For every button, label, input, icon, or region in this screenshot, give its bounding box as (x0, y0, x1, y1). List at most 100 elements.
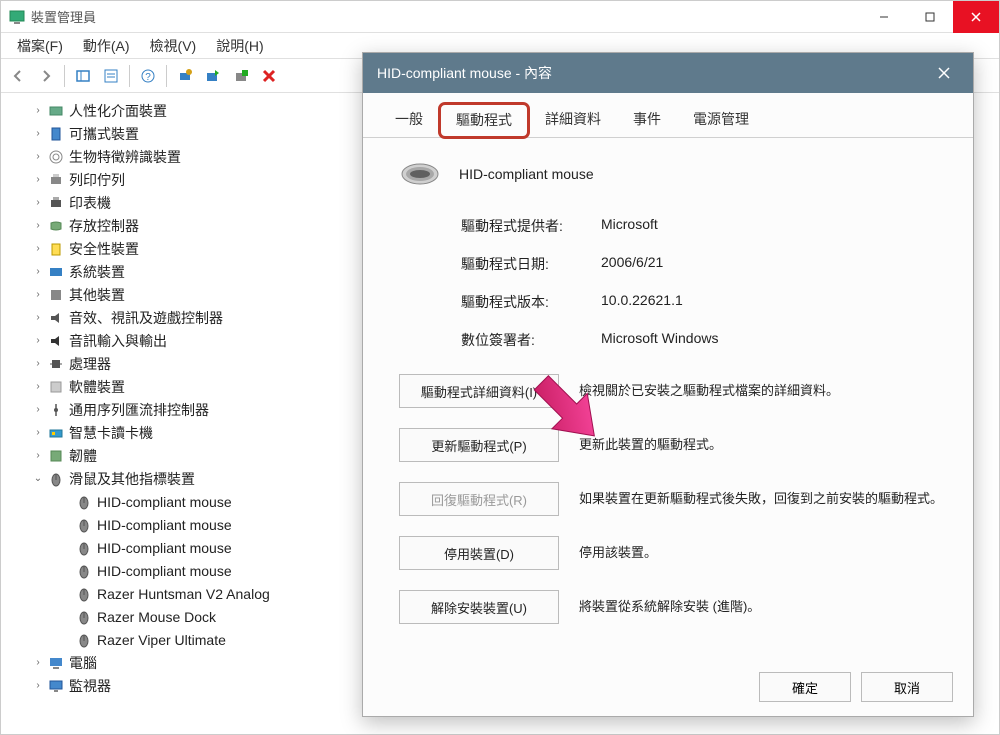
expander-icon[interactable]: › (31, 334, 45, 348)
dialog-close-button[interactable] (929, 58, 959, 88)
dialog-body: HID-compliant mouse 驅動程式提供者: Microsoft 驅… (363, 138, 973, 654)
tree-item-label: HID-compliant mouse (97, 517, 232, 533)
tree-item-label: 其他裝置 (69, 285, 125, 305)
other-icon (47, 286, 65, 304)
mouse-icon (47, 470, 65, 488)
expander-icon[interactable]: › (31, 150, 45, 164)
menu-view[interactable]: 檢視(V) (140, 33, 207, 59)
uninstall-button[interactable] (228, 63, 254, 89)
date-value: 2006/6/21 (601, 254, 953, 274)
expander-icon[interactable]: › (31, 403, 45, 417)
expander-spacer (59, 541, 73, 555)
tree-item-label: Razer Viper Ultimate (97, 632, 226, 648)
show-hide-button[interactable] (70, 63, 96, 89)
menu-file[interactable]: 檔案(F) (7, 33, 73, 59)
tab-power[interactable]: 電源管理 (677, 103, 765, 137)
storage-icon (47, 217, 65, 235)
tree-item-label: 軟體裝置 (69, 377, 125, 397)
tree-item-label: 音效、視訊及遊戲控制器 (69, 308, 223, 328)
expander-spacer (59, 564, 73, 578)
help-button[interactable]: ? (135, 63, 161, 89)
back-button[interactable] (5, 63, 31, 89)
remove-button[interactable] (256, 63, 282, 89)
rollback-driver-button[interactable]: 回復驅動程式(R) (399, 482, 559, 516)
expander-icon[interactable]: › (31, 380, 45, 394)
tree-item-label: 印表機 (69, 193, 111, 213)
expander-icon[interactable]: › (31, 357, 45, 371)
expander-icon[interactable]: › (31, 288, 45, 302)
tree-item-label: 列印佇列 (69, 170, 125, 190)
printq-icon (47, 171, 65, 189)
expander-icon[interactable]: › (31, 265, 45, 279)
cancel-button[interactable]: 取消 (861, 672, 953, 702)
close-button[interactable] (953, 1, 999, 33)
action-uninstall-row: 解除安裝裝置(U) 將裝置從系統解除安裝 (進階)。 (399, 590, 953, 624)
tab-details[interactable]: 詳細資料 (529, 103, 617, 137)
disable-device-button[interactable]: 停用裝置(D) (399, 536, 559, 570)
expander-spacer (59, 633, 73, 647)
maximize-button[interactable] (907, 1, 953, 33)
ok-button[interactable]: 確定 (759, 672, 851, 702)
tab-events[interactable]: 事件 (617, 103, 677, 137)
update-driver-desc: 更新此裝置的驅動程式。 (579, 435, 953, 455)
version-label: 驅動程式版本: (461, 292, 601, 312)
forward-button[interactable] (33, 63, 59, 89)
tab-general[interactable]: 一般 (379, 103, 439, 137)
app-icon (9, 9, 25, 25)
menu-action[interactable]: 動作(A) (73, 33, 140, 59)
biometric-icon (47, 148, 65, 166)
action-rollback-row: 回復驅動程式(R) 如果裝置在更新驅動程式後失敗，回復到之前安裝的驅動程式。 (399, 482, 953, 516)
expander-icon[interactable]: › (31, 196, 45, 210)
tree-item-label: 韌體 (69, 446, 97, 466)
properties-button[interactable] (98, 63, 124, 89)
tab-driver[interactable]: 驅動程式 (439, 103, 529, 138)
rollback-driver-desc: 如果裝置在更新驅動程式後失敗，回復到之前安裝的驅動程式。 (579, 489, 953, 509)
expander-icon[interactable]: › (31, 426, 45, 440)
expander-icon[interactable]: › (31, 104, 45, 118)
cpu-icon (47, 355, 65, 373)
mouse-icon (75, 585, 93, 603)
hid-icon (47, 102, 65, 120)
toolbar-separator (166, 65, 167, 87)
version-value: 10.0.22621.1 (601, 292, 953, 312)
expander-icon[interactable]: › (31, 242, 45, 256)
uninstall-device-desc: 將裝置從系統解除安裝 (進階)。 (579, 597, 953, 617)
tree-item-label: Razer Mouse Dock (97, 609, 216, 625)
mouse-icon (75, 631, 93, 649)
tree-item-label: Razer Huntsman V2 Analog (97, 586, 270, 602)
expander-icon[interactable]: › (31, 656, 45, 670)
tree-item-label: HID-compliant mouse (97, 540, 232, 556)
mouse-icon (75, 539, 93, 557)
uninstall-device-button[interactable]: 解除安裝裝置(U) (399, 590, 559, 624)
action-details-row: 驅動程式詳細資料(I) 檢視關於已安裝之驅動程式檔案的詳細資料。 (399, 374, 953, 408)
toolbar-separator (64, 65, 65, 87)
tree-item-label: 通用序列匯流排控制器 (69, 400, 209, 420)
portable-icon (47, 125, 65, 143)
firmware-icon (47, 447, 65, 465)
expander-icon[interactable]: ⌄ (31, 472, 45, 486)
provider-value: Microsoft (601, 216, 953, 236)
expander-icon[interactable]: › (31, 173, 45, 187)
dialog-titlebar: HID-compliant mouse - 內容 (363, 53, 973, 93)
printer-icon (47, 194, 65, 212)
computer-icon (47, 654, 65, 672)
expander-icon[interactable]: › (31, 219, 45, 233)
menu-help[interactable]: 說明(H) (206, 33, 273, 59)
update-driver-button[interactable]: 更新驅動程式(P) (399, 428, 559, 462)
window-controls (861, 1, 999, 33)
tree-item-label: 音訊輸入與輸出 (69, 331, 167, 351)
software-icon (47, 378, 65, 396)
mouse-icon (75, 608, 93, 626)
expander-icon[interactable]: › (31, 311, 45, 325)
expander-icon[interactable]: › (31, 127, 45, 141)
update-driver-button[interactable] (200, 63, 226, 89)
minimize-button[interactable] (861, 1, 907, 33)
driver-details-button[interactable]: 驅動程式詳細資料(I) (399, 374, 559, 408)
expander-icon[interactable]: › (31, 679, 45, 693)
scan-hardware-button[interactable] (172, 63, 198, 89)
expander-icon[interactable]: › (31, 449, 45, 463)
dialog-tabs: 一般 驅動程式 詳細資料 事件 電源管理 (363, 93, 973, 138)
svg-text:?: ? (145, 72, 151, 83)
tree-item-label: 處理器 (69, 354, 111, 374)
expander-spacer (59, 610, 73, 624)
